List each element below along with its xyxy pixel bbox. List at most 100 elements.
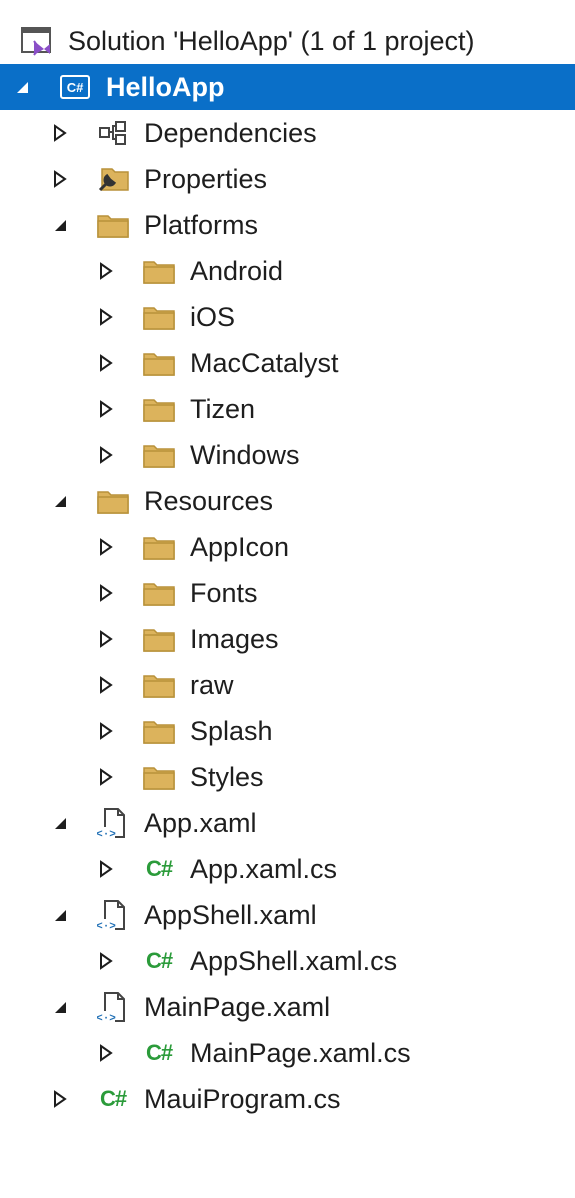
expand-arrow-icon[interactable] [52, 813, 68, 833]
tree-item-label: Solution 'HelloApp' (1 of 1 project) [68, 25, 475, 56]
collapse-arrow-icon[interactable] [98, 307, 114, 327]
properties-icon [96, 164, 130, 194]
tree-item-resources[interactable]: Resources [0, 478, 575, 524]
xaml-file-icon: <·> [96, 900, 130, 931]
tree-item-mainpage-xaml[interactable]: <·> MainPage.xaml [0, 984, 575, 1030]
tree-item-label: Platforms [144, 209, 259, 240]
xaml-file-icon: <·> [96, 992, 130, 1023]
folder-icon [142, 256, 176, 286]
folder-icon [142, 578, 176, 608]
collapse-arrow-icon[interactable] [98, 537, 114, 557]
tree-item-label: MauiProgram.cs [144, 1083, 341, 1114]
tree-item-label: raw [190, 669, 234, 700]
solution-explorer-tree: Solution 'HelloApp' (1 of 1 project) C# He… [0, 18, 575, 1122]
tree-item-label: Images [190, 623, 279, 654]
collapse-arrow-icon[interactable] [52, 123, 68, 143]
tree-item-label: App.xaml.cs [190, 853, 338, 884]
tree-item-label: Styles [190, 761, 264, 792]
tree-item-mainpage-xaml-cs[interactable]: C# MainPage.xaml.cs [0, 1030, 575, 1076]
collapse-arrow-icon[interactable] [52, 169, 68, 189]
csharp-file-icon: C# [145, 1040, 173, 1065]
tree-item-maccatalyst[interactable]: MacCatalyst [0, 340, 575, 386]
folder-icon [96, 486, 130, 516]
tree-item-label: AppIcon [190, 531, 290, 562]
tree-item-label: AppShell.xaml.cs [190, 945, 398, 976]
csharp-file-icon: C# [145, 856, 173, 881]
collapse-arrow-icon[interactable] [98, 445, 114, 465]
tree-item-helloapp[interactable]: C# HelloApp [0, 64, 575, 110]
expand-arrow-icon[interactable] [52, 491, 68, 511]
svg-text:<·>: <·> [97, 921, 116, 931]
svg-text:<·>: <·> [97, 829, 116, 839]
tree-item-label: App.xaml [144, 807, 257, 838]
tree-item-label: iOS [190, 301, 236, 332]
tree-item-label: Fonts [190, 577, 258, 608]
collapse-arrow-icon[interactable] [98, 767, 114, 787]
collapse-arrow-icon[interactable] [98, 721, 114, 741]
expand-arrow-icon[interactable] [52, 997, 68, 1017]
tree-item-label: Splash [190, 715, 273, 746]
folder-icon [142, 302, 176, 332]
tree-item-windows[interactable]: Windows [0, 432, 575, 478]
collapse-arrow-icon[interactable] [98, 951, 114, 971]
folder-icon [142, 532, 176, 562]
collapse-arrow-icon[interactable] [98, 353, 114, 373]
tree-item-android[interactable]: Android [0, 248, 575, 294]
tree-item-label: Tizen [190, 393, 256, 424]
collapse-arrow-icon[interactable] [98, 675, 114, 695]
dependencies-icon [96, 118, 130, 148]
svg-text:<·>: <·> [97, 1013, 116, 1023]
folder-icon [142, 762, 176, 792]
tree-item-properties[interactable]: Properties [0, 156, 575, 202]
tree-item-styles[interactable]: Styles [0, 754, 575, 800]
csharp-file-icon: C# [99, 1086, 127, 1111]
folder-icon [142, 394, 176, 424]
tree-item-label: Windows [190, 439, 300, 470]
tree-item-label: Properties [144, 163, 268, 194]
collapse-arrow-icon[interactable] [98, 859, 114, 879]
folder-icon [96, 210, 130, 240]
tree-item-app-xaml-cs[interactable]: C# App.xaml.cs [0, 846, 575, 892]
tree-item-label: MacCatalyst [190, 347, 339, 378]
tree-item-label: HelloApp [106, 71, 225, 102]
xaml-file-icon: <·> [96, 808, 130, 839]
collapse-arrow-icon[interactable] [98, 629, 114, 649]
tree-item-mauiprogram-cs[interactable]: C# MauiProgram.cs [0, 1076, 575, 1122]
svg-text:C#: C# [67, 80, 84, 95]
tree-item-label: Android [190, 255, 284, 286]
collapse-arrow-icon[interactable] [52, 1089, 68, 1109]
expand-arrow-icon[interactable] [52, 215, 68, 235]
csharp-project-icon: C# [58, 72, 92, 102]
tree-item-label: Resources [144, 485, 274, 516]
collapse-arrow-icon[interactable] [98, 1043, 114, 1063]
tree-item-tizen[interactable]: Tizen [0, 386, 575, 432]
tree-item-app-xaml[interactable]: <·> App.xaml [0, 800, 575, 846]
tree-item-raw[interactable]: raw [0, 662, 575, 708]
solution-icon [20, 26, 54, 56]
tree-item-label: MainPage.xaml.cs [190, 1037, 411, 1068]
expand-arrow-icon[interactable] [52, 905, 68, 925]
collapse-arrow-icon[interactable] [98, 261, 114, 281]
tree-item-appshell-xaml[interactable]: <·> AppShell.xaml [0, 892, 575, 938]
tree-item-ios[interactable]: iOS [0, 294, 575, 340]
tree-item-images[interactable]: Images [0, 616, 575, 662]
tree-item-label: MainPage.xaml [144, 991, 331, 1022]
expand-arrow-icon[interactable] [14, 77, 30, 97]
tree-item-appshell-xaml-cs[interactable]: C# AppShell.xaml.cs [0, 938, 575, 984]
csharp-file-icon: C# [145, 948, 173, 973]
tree-item-label: Dependencies [144, 117, 317, 148]
folder-icon [142, 716, 176, 746]
collapse-arrow-icon[interactable] [98, 583, 114, 603]
tree-item-solution-helloapp-1-of-1-project[interactable]: Solution 'HelloApp' (1 of 1 project) [0, 18, 575, 64]
tree-item-fonts[interactable]: Fonts [0, 570, 575, 616]
tree-item-label: AppShell.xaml [144, 899, 317, 930]
tree-item-appicon[interactable]: AppIcon [0, 524, 575, 570]
folder-icon [142, 348, 176, 378]
tree-item-dependencies[interactable]: Dependencies [0, 110, 575, 156]
tree-item-platforms[interactable]: Platforms [0, 202, 575, 248]
collapse-arrow-icon[interactable] [98, 399, 114, 419]
folder-icon [142, 440, 176, 470]
folder-icon [142, 670, 176, 700]
folder-icon [142, 624, 176, 654]
tree-item-splash[interactable]: Splash [0, 708, 575, 754]
